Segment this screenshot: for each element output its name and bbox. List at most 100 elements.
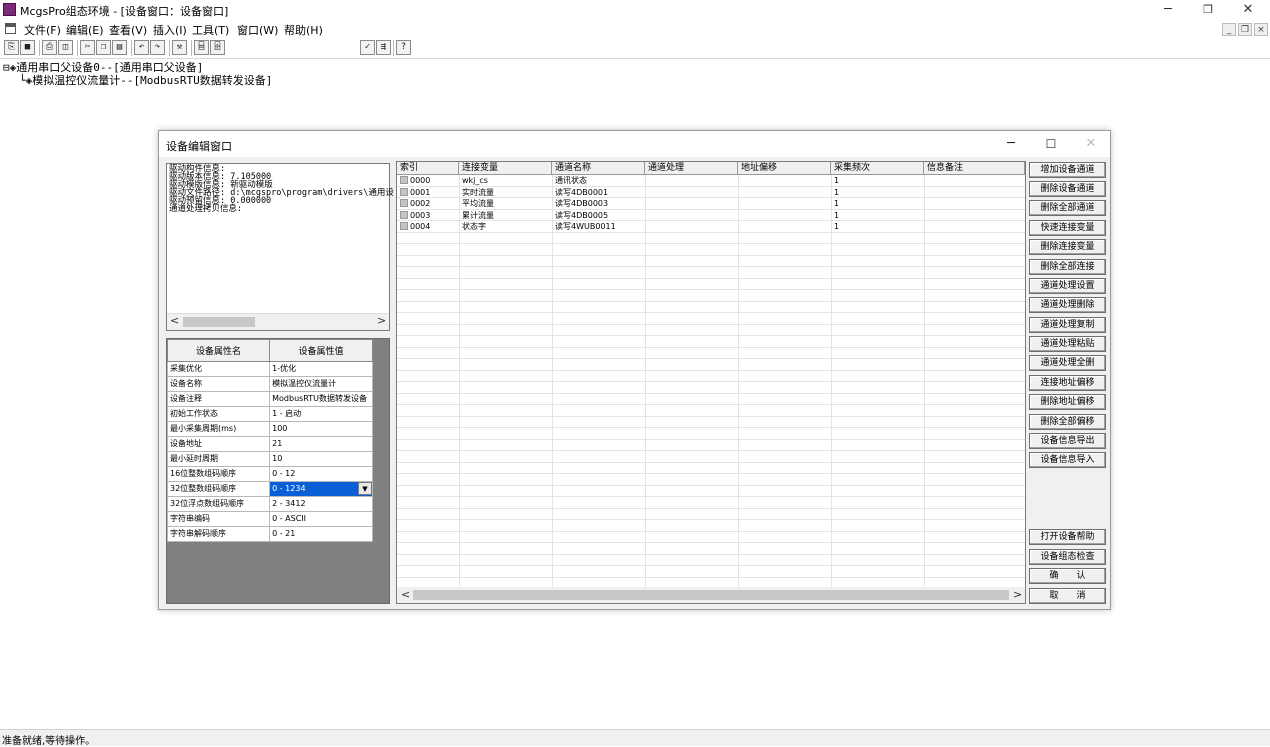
save-icon[interactable]: ■	[20, 40, 35, 55]
empty-channel-row[interactable]	[397, 302, 1025, 313]
empty-channel-row[interactable]	[397, 394, 1025, 405]
dialog-minimize-icon[interactable]: ─	[1001, 136, 1021, 152]
channel-process-delete-button[interactable]: 通道处理删除	[1029, 297, 1106, 313]
prop-value[interactable]: ModbusRTU数据转发设备	[269, 391, 373, 407]
minimize-icon[interactable]: ─	[1158, 2, 1178, 18]
delete-all-offsets-button[interactable]: 删除全部偏移	[1029, 414, 1106, 430]
cancel-button[interactable]: 取 消	[1029, 588, 1106, 604]
empty-channel-row[interactable]	[397, 256, 1025, 267]
empty-channel-row[interactable]	[397, 440, 1025, 451]
undo-icon[interactable]: ↶	[134, 40, 149, 55]
prop-value[interactable]: 模拟温控仪流量计	[269, 376, 373, 392]
document-system-icon[interactable]	[5, 23, 16, 34]
redo-icon[interactable]: ↷	[150, 40, 165, 55]
menu-window[interactable]: 窗口(W)	[237, 22, 278, 38]
print-icon[interactable]: ⎙	[42, 40, 57, 55]
channel-process-paste-button[interactable]: 通道处理粘贴	[1029, 336, 1106, 352]
menu-insert[interactable]: 插入(I)	[153, 22, 187, 38]
device-config-check-button[interactable]: 设备组态检查	[1029, 549, 1106, 565]
channel-row[interactable]: 0001 实时流量 读写4DB0001 1	[397, 187, 1025, 198]
prop-value[interactable]: 0 - 21	[269, 526, 373, 542]
delete-address-offset-button[interactable]: 删除地址偏移	[1029, 394, 1106, 410]
prop-value[interactable]: 21	[269, 436, 373, 452]
empty-channel-row[interactable]	[397, 336, 1025, 348]
empty-channel-row[interactable]	[397, 290, 1025, 302]
mdi-restore-icon[interactable]: ❐	[1238, 23, 1252, 36]
scroll-left-icon[interactable]: <	[401, 588, 410, 602]
dialog-maximize-icon[interactable]: ☐	[1041, 136, 1061, 152]
info-horizontal-scrollbar[interactable]: < >	[167, 313, 389, 330]
empty-channel-row[interactable]	[397, 486, 1025, 497]
empty-channel-row[interactable]	[397, 267, 1025, 279]
prop-value[interactable]: 100	[269, 421, 373, 437]
prop-value[interactable]: 0 - ASCII	[269, 511, 373, 527]
confirm-button[interactable]: 确 认	[1029, 568, 1106, 584]
compile-icon[interactable]: ⇶	[376, 40, 391, 55]
empty-channel-row[interactable]	[397, 532, 1025, 543]
driver-info-box[interactable]: 驱动构件信息: 驱动版本信息: 7.105000 驱动模版信息: 新驱动模版 驱…	[166, 163, 394, 331]
copy-icon[interactable]: ❐	[96, 40, 111, 55]
import-device-info-button[interactable]: 设备信息导入	[1029, 452, 1106, 468]
add-channel-button[interactable]: 增加设备通道	[1029, 162, 1106, 178]
delete-connect-variable-button[interactable]: 删除连接变量	[1029, 239, 1106, 255]
empty-channel-row[interactable]	[397, 520, 1025, 532]
channel-process-copy-button[interactable]: 通道处理复制	[1029, 317, 1106, 333]
empty-channel-row[interactable]	[397, 555, 1025, 566]
menu-help[interactable]: 帮助(H)	[284, 22, 323, 38]
prop-value-selected-dropdown[interactable]: 0 - 1234 ▼	[269, 481, 373, 497]
empty-channel-row[interactable]	[397, 244, 1025, 256]
tree-item-child-device[interactable]: └◈模拟温控仪流量计--[ModbusRTU数据转发设备]	[19, 72, 272, 88]
empty-channel-row[interactable]	[397, 509, 1025, 520]
empty-channel-row[interactable]	[397, 279, 1025, 290]
scroll-right-icon[interactable]: >	[377, 314, 386, 328]
scroll-right-icon[interactable]: >	[1013, 588, 1022, 602]
mdi-minimize-icon[interactable]: _	[1222, 23, 1236, 36]
dialog-close-icon[interactable]: ✕	[1081, 136, 1101, 152]
new-window-icon[interactable]: ⎘	[4, 40, 19, 55]
delete-channel-button[interactable]: 删除设备通道	[1029, 181, 1106, 197]
col-header-note[interactable]: 信息备注	[924, 162, 1025, 175]
menu-view[interactable]: 查看(V)	[109, 22, 147, 38]
col-header-frequency[interactable]: 采集频次	[831, 162, 924, 175]
restore-icon[interactable]: ❐	[1198, 2, 1218, 18]
channel-process-delete-all-button[interactable]: 通道处理全删	[1029, 355, 1106, 371]
prop-value[interactable]: 1 - 启动	[269, 406, 373, 422]
channel-row[interactable]: 0000 wkj_cs 通讯状态 1	[397, 175, 1025, 187]
empty-channel-row[interactable]	[397, 428, 1025, 440]
col-header-channel-name[interactable]: 通道名称	[552, 162, 645, 175]
scrollbar-thumb[interactable]	[413, 590, 1009, 600]
help-icon[interactable]: ?	[396, 40, 411, 55]
col-header-address-offset[interactable]: 地址偏移	[738, 162, 831, 175]
channel-horizontal-scrollbar[interactable]: < >	[397, 587, 1025, 603]
empty-channel-row[interactable]	[397, 451, 1025, 463]
align-icon[interactable]: ⌸	[194, 40, 209, 55]
quick-connect-variable-button[interactable]: 快速连接变量	[1029, 220, 1106, 236]
menu-edit[interactable]: 编辑(E)	[66, 22, 104, 38]
delete-all-channels-button[interactable]: 删除全部通道	[1029, 200, 1106, 216]
paste-icon[interactable]: ▤	[112, 40, 127, 55]
mdi-close-icon[interactable]: ×	[1254, 23, 1268, 36]
empty-channel-row[interactable]	[397, 325, 1025, 336]
empty-channel-row[interactable]	[397, 543, 1025, 555]
channel-row[interactable]: 0004 状态字 读写4WUB0011 1	[397, 221, 1025, 233]
col-header-variable[interactable]: 连接变量	[459, 162, 552, 175]
empty-channel-row[interactable]	[397, 474, 1025, 486]
connect-address-offset-button[interactable]: 连接地址偏移	[1029, 375, 1106, 391]
scroll-left-icon[interactable]: <	[170, 314, 179, 328]
channel-row[interactable]: 0002 平均流量 读写4DB0003 1	[397, 198, 1025, 210]
menu-file[interactable]: 文件(F)	[24, 22, 61, 38]
prop-value[interactable]: 1-优化	[269, 361, 373, 377]
empty-channel-row[interactable]	[397, 359, 1025, 371]
export-device-info-button[interactable]: 设备信息导出	[1029, 433, 1106, 449]
align2-icon[interactable]: ⌹	[210, 40, 225, 55]
dropdown-arrow-icon[interactable]: ▼	[358, 482, 372, 495]
empty-channel-row[interactable]	[397, 497, 1025, 509]
print-preview-icon[interactable]: ◫	[58, 40, 73, 55]
col-header-processing[interactable]: 通道处理	[645, 162, 738, 175]
scrollbar-thumb[interactable]	[183, 317, 255, 327]
empty-channel-row[interactable]	[397, 405, 1025, 417]
check-icon[interactable]: ✓	[360, 40, 375, 55]
prop-value[interactable]: 10	[269, 451, 373, 467]
empty-channel-row[interactable]	[397, 566, 1025, 578]
delete-all-connections-button[interactable]: 删除全部连接	[1029, 259, 1106, 275]
